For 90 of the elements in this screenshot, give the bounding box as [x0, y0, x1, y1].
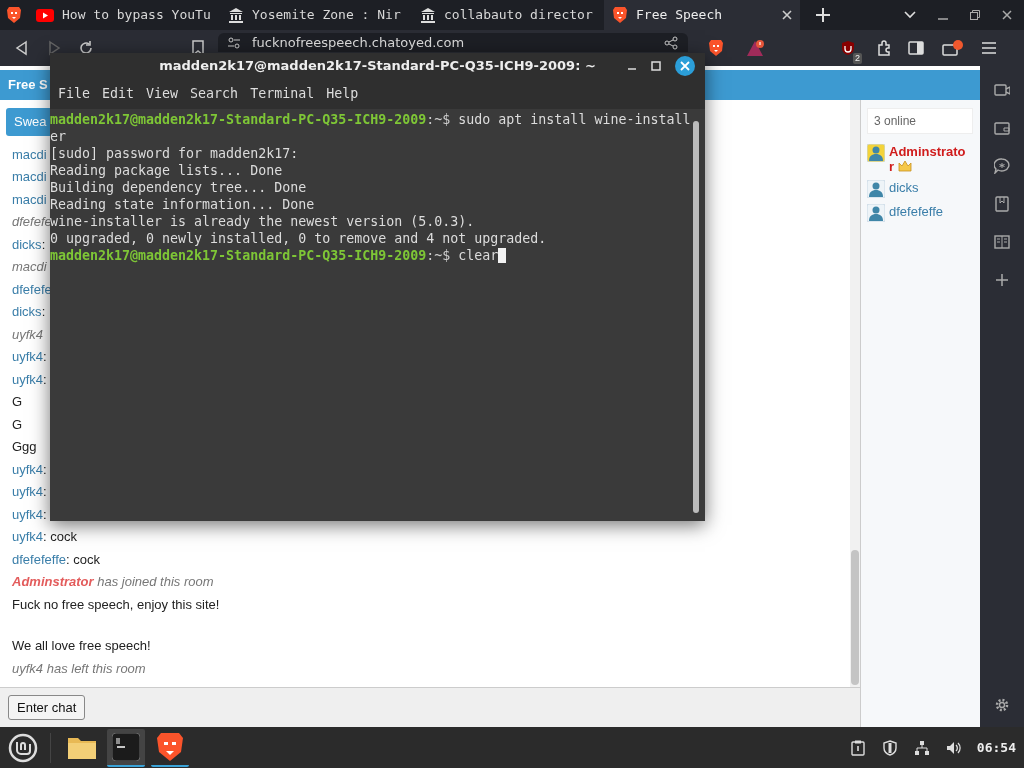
url-text: fucknofreespeech.chatoyed.com — [252, 34, 466, 51]
terminal-line: madden2k17@madden2k17-Standard-PC-Q35-ICH9-2009:~$ sudo apt install wine-installer — [50, 111, 692, 145]
user-avatar-icon — [867, 180, 885, 198]
sidebar-icon[interactable] — [908, 40, 924, 56]
chat-message: uyfk4: — [11, 370, 47, 389]
scrollbar[interactable] — [693, 121, 699, 513]
username-link[interactable]: macdi — [12, 146, 47, 162]
username-link[interactable]: macdi — [12, 191, 47, 207]
chat-bubble-icon[interactable] — [994, 158, 1010, 174]
browser-tab[interactable]: collabauto director — [412, 0, 604, 30]
crown-icon — [898, 160, 913, 172]
terminal-line: wine-installer is already the newest version (5.0.3). — [50, 213, 476, 230]
warning-triangle-icon[interactable] — [746, 39, 764, 57]
system-message: macdi — [11, 258, 47, 276]
swear-button[interactable]: Swea — [6, 108, 50, 136]
user-avatar-icon — [867, 144, 885, 162]
book-icon[interactable] — [994, 234, 1010, 250]
browser-tab[interactable]: Yosemite Zone : Nir — [220, 0, 412, 30]
lion-icon[interactable] — [156, 731, 184, 762]
bookmark-icon[interactable] — [190, 40, 206, 56]
clipboard-icon[interactable] — [849, 739, 866, 756]
terminal-line: madden2k17@madden2k17-Standard-PC-Q35-ICH9-2009:~$ clear — [50, 247, 693, 264]
chat-message: uyfk4: cock — [11, 528, 78, 546]
maximize-icon[interactable] — [651, 61, 661, 71]
restore-icon[interactable] — [970, 10, 980, 20]
clock: 06:54 — [976, 738, 1016, 757]
enter-chat-button[interactable]: Enter chat — [8, 694, 86, 721]
username-link[interactable]: dfefefe — [12, 281, 52, 297]
mint-logo-icon[interactable] — [8, 732, 38, 763]
address-bar[interactable]: fucknofreespeech.chatoyed.com — [218, 33, 688, 52]
user-name[interactable]: Adminstrator — [889, 144, 967, 174]
wallet-icon[interactable] — [994, 120, 1010, 136]
shield-icon[interactable] — [881, 739, 898, 756]
terminal-icon[interactable] — [112, 732, 140, 761]
network-icon[interactable] — [913, 739, 930, 756]
browser-tab[interactable]: How to bypass YouTu — [28, 0, 220, 30]
lion-icon — [612, 6, 628, 24]
chat-message: Ggg — [11, 438, 37, 456]
username-link[interactable]: macdi — [12, 169, 47, 184]
video-camera-icon[interactable] — [994, 82, 1010, 98]
username-link[interactable]: dicks — [12, 304, 42, 319]
lion-icon[interactable] — [708, 39, 724, 57]
building-icon — [420, 7, 436, 23]
user-name[interactable]: dfefefeffe — [889, 204, 967, 219]
close-icon[interactable] — [675, 56, 695, 76]
blocked-count-badge: 2 — [853, 53, 862, 64]
system-message: uyfk4 has left this room — [11, 659, 146, 678]
menu-icon[interactable] — [981, 40, 997, 56]
browser-tab[interactable]: Free Speech — [604, 0, 800, 30]
scrollbar[interactable] — [850, 100, 860, 687]
settings-icon[interactable] — [994, 697, 1010, 713]
close-icon[interactable] — [1002, 10, 1012, 20]
chat-message: uyfk4: — [11, 460, 47, 479]
chat-message: Fuck no free speech, enjoy this site! — [11, 595, 220, 614]
username-link[interactable]: dicks — [12, 236, 42, 252]
bookmark-icon[interactable] — [994, 196, 1010, 212]
lion-icon[interactable] — [6, 6, 22, 24]
chat-message: dicks: — [11, 303, 46, 321]
chat-message: uyfk4: — [11, 348, 47, 366]
site-info-icon — [228, 36, 240, 49]
system-message: Adminstrator has joined this room — [11, 573, 214, 591]
chat-message: G — [11, 393, 23, 411]
terminal-line: Reading state information... Done — [50, 196, 316, 213]
terminal-line: Reading package lists... Done — [50, 162, 284, 179]
reload-icon[interactable] — [78, 40, 94, 56]
user-name[interactable]: dicks — [889, 180, 967, 195]
back-icon[interactable] — [14, 40, 30, 56]
new-tab-icon[interactable] — [816, 8, 830, 22]
video-icon — [36, 8, 54, 22]
chat-message: G — [11, 415, 23, 434]
system-message: uyfk4 — [11, 325, 44, 344]
close-icon[interactable] — [782, 10, 792, 20]
puzzle-icon[interactable] — [876, 40, 892, 56]
chat-message: dfefefeffe: cock — [11, 550, 100, 569]
terminal-line: [sudo] password for madden2k17: — [50, 145, 300, 162]
building-icon — [228, 7, 244, 23]
shield-icon[interactable] — [840, 40, 856, 56]
plus-icon[interactable] — [994, 272, 1010, 288]
user-avatar-icon — [867, 204, 885, 222]
username-link[interactable]: dfefefeffe — [12, 551, 66, 567]
chevron-down-icon[interactable] — [904, 11, 916, 19]
chat-message: uyfk4: — [11, 505, 47, 524]
terminal-line: 0 upgraded, 0 newly installed, 0 to remove and 4 not upgraded. — [50, 230, 548, 247]
share-icon[interactable] — [664, 35, 678, 50]
terminal-line: Building dependency tree... Done — [50, 179, 308, 196]
online-filter-field[interactable]: 3 online — [867, 108, 973, 134]
wallet-icon[interactable] — [942, 40, 963, 56]
chat-message: We all love free speech! — [11, 637, 151, 655]
chat-message: uyfk4: — [11, 483, 47, 501]
chat-message: dicks: — [11, 235, 46, 254]
